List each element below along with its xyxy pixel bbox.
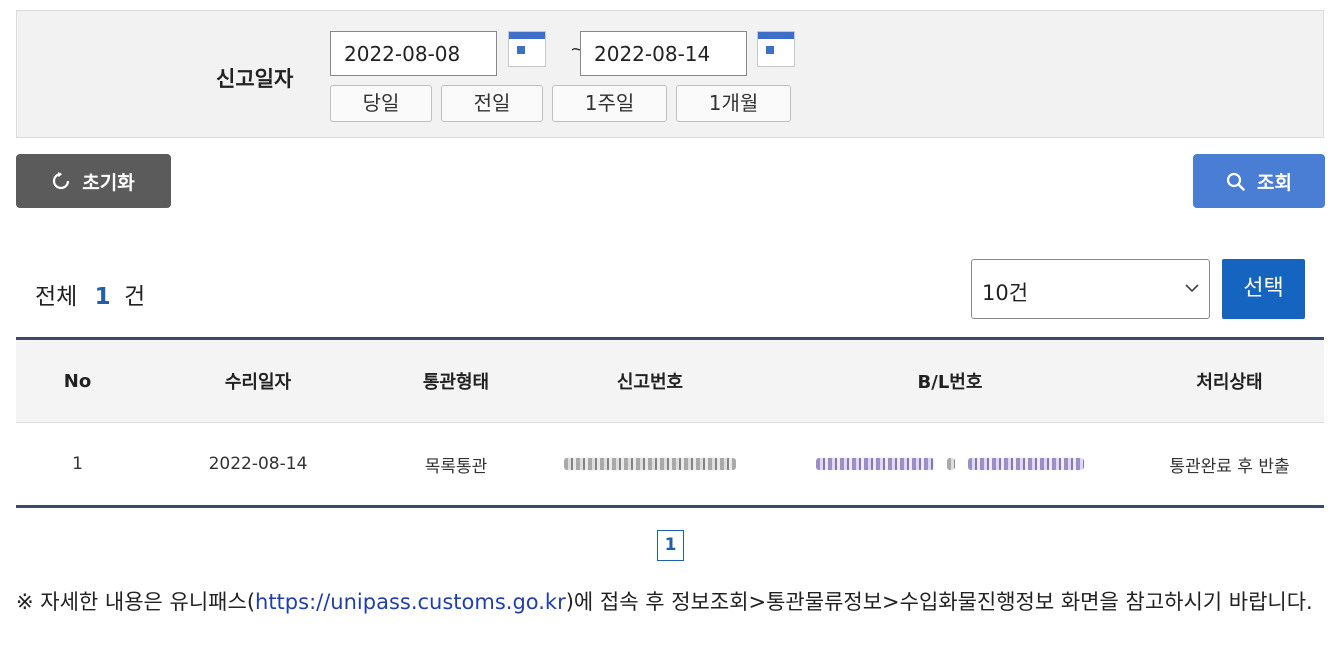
reset-button-label: 초기화 <box>82 171 135 194</box>
page-size-select[interactable]: 10건 <box>971 259 1210 319</box>
notice-text: ※ 자세한 내용은 유니패스(https://unipass.customs.g… <box>16 588 1316 616</box>
calendar-icon[interactable] <box>508 31 546 67</box>
redacted-report-number <box>564 458 736 470</box>
period-month-button[interactable]: 1개월 <box>676 85 791 122</box>
search-panel: 신고일자 ~ 당일 전일 1주일 1개월 <box>16 10 1324 138</box>
redacted-bl-number-part2 <box>968 458 1085 470</box>
query-button[interactable]: 조회 <box>1193 154 1325 208</box>
unipass-link[interactable]: https://unipass.customs.go.kr <box>255 590 566 614</box>
results-table: No 수리일자 통관형태 신고번호 B/L번호 처리상태 1 2022-08-1… <box>16 337 1324 508</box>
refresh-icon <box>53 172 70 190</box>
period-week-button[interactable]: 1주일 <box>552 85 667 122</box>
column-header-clearance-type: 통관형태 <box>377 338 535 423</box>
chevron-down-icon <box>1185 278 1199 297</box>
column-header-accept-date: 수리일자 <box>139 338 377 423</box>
period-today-button[interactable]: 당일 <box>330 85 432 122</box>
total-count: 전체 1 건 <box>35 277 145 311</box>
search-icon <box>1226 172 1245 191</box>
notice-before: ※ 자세한 내용은 유니패스( <box>16 590 256 614</box>
page-number-current[interactable]: 1 <box>657 530 684 561</box>
cell-status: 통관완료 후 반출 <box>1169 456 1290 477</box>
total-number: 1 <box>94 284 111 310</box>
column-header-bl-number: B/L번호 <box>765 338 1135 423</box>
table-row[interactable]: 1 2022-08-14 목록통관 통관완료 후 반출 <box>16 423 1324 507</box>
table-header-row: No 수리일자 통관형태 신고번호 B/L번호 처리상태 <box>16 338 1324 423</box>
cell-report-number <box>535 423 765 507</box>
column-header-status: 처리상태 <box>1135 338 1324 423</box>
report-date-label: 신고일자 <box>216 67 294 91</box>
redacted-bl-separator <box>947 458 955 470</box>
calendar-icon[interactable] <box>757 31 795 67</box>
date-to-input[interactable] <box>580 31 747 76</box>
page-size-apply-button[interactable]: 선택 <box>1222 259 1305 319</box>
cell-bl-number <box>765 423 1135 507</box>
page-size-value: 10건 <box>982 281 1029 305</box>
total-suffix: 건 <box>123 284 146 310</box>
cell-no: 1 <box>72 454 83 474</box>
period-yesterday-button[interactable]: 전일 <box>441 85 543 122</box>
cell-clearance-type: 목록통관 <box>424 456 488 477</box>
query-button-label: 조회 <box>1257 171 1292 194</box>
column-header-no: No <box>16 338 139 423</box>
redacted-bl-number-part1 <box>815 458 934 470</box>
column-header-report-number: 신고번호 <box>535 338 765 423</box>
cell-accept-date: 2022-08-14 <box>208 454 308 474</box>
total-prefix: 전체 <box>35 284 78 310</box>
notice-after: )에 접속 후 정보조회>통관물류정보>수입화물진행정보 화면을 참고하시기 바… <box>565 590 1313 614</box>
date-from-input[interactable] <box>330 31 497 76</box>
reset-button[interactable]: 초기화 <box>16 154 171 208</box>
